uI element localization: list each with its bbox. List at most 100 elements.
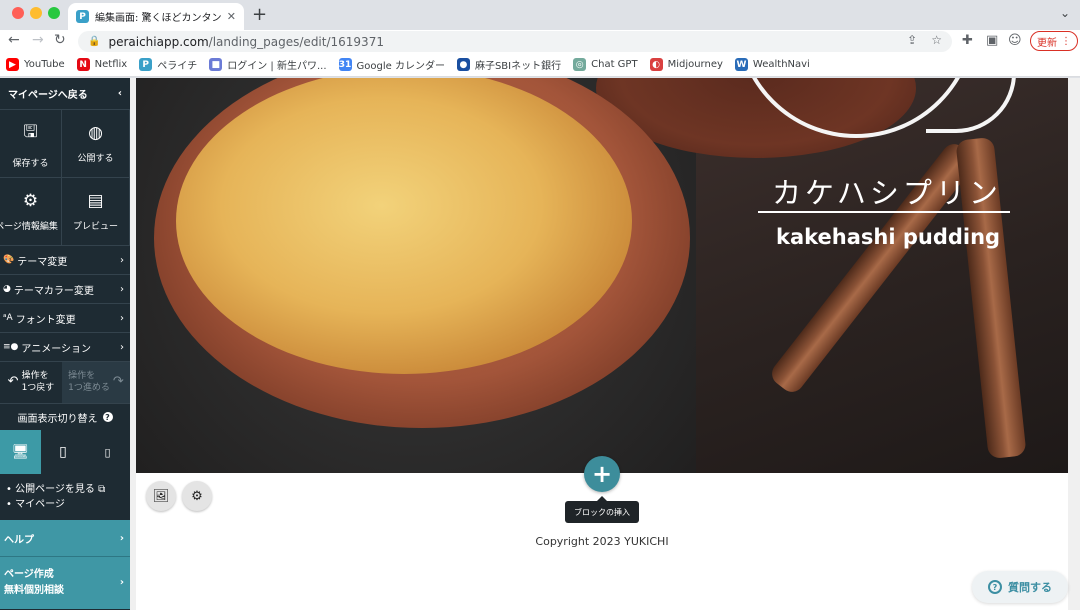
redo-button[interactable]: 操作を 1つ進める ↷ xyxy=(62,362,130,403)
bookmark-star-icon[interactable]: ☆ xyxy=(931,33,942,47)
chevron-left-icon: ‹ xyxy=(117,88,122,99)
url-text: peraichiapp.com/landing_pages/edit/16193… xyxy=(108,35,384,49)
save-disk-icon: 🖫 xyxy=(23,121,38,142)
bookmark-label: ペライチ xyxy=(157,61,198,72)
sidebar-menu-label-wrap: 🎨 テーマ変更 xyxy=(3,253,67,268)
image-edit-button[interactable]: 🖼 xyxy=(146,481,176,511)
desktop-monitor-icon: 🖥 xyxy=(11,444,30,460)
back-arrow-icon[interactable]: ← xyxy=(8,32,20,48)
address-bar[interactable]: 🔒 peraichiapp.com/landing_pages/edit/161… xyxy=(78,31,952,52)
hero-divider xyxy=(758,211,1010,213)
mypage-link[interactable]: • マイページ xyxy=(6,497,130,512)
bookmark-item[interactable]: ● 麻子SBIネット銀行 xyxy=(456,57,562,72)
sidebar-menu-label: フォント変更 xyxy=(15,314,76,326)
url-host: peraichiapp.com xyxy=(108,34,209,49)
bookmarks-bar: ▶ YouTube N Netflix P ペライチ ■ ログイン | 新生パワ... 31 Go… xyxy=(0,53,1080,77)
save-button[interactable]: 🖫 保存する xyxy=(0,110,62,178)
netflix-icon: N xyxy=(76,58,90,71)
desktop-view-button[interactable]: 🖥 xyxy=(0,430,41,474)
sidebar-menu-item[interactable]: 🎨 テーマ変更 › xyxy=(0,246,130,275)
update-label: 更新 xyxy=(1037,37,1057,49)
close-window-button[interactable] xyxy=(12,7,24,19)
kebab-menu-icon: ⋮ xyxy=(1061,35,1071,47)
chevron-right-icon: › xyxy=(119,577,124,588)
chevron-right-icon: › xyxy=(120,283,124,295)
tab-search-chevron-icon[interactable]: ⌄ xyxy=(1060,6,1070,20)
external-link-icon: ⧉ xyxy=(98,484,106,495)
sidebar-menu-label: アニメーション xyxy=(21,343,92,355)
bookmark-item[interactable]: ◎ Chat GPT xyxy=(573,58,638,71)
hero-title-english: kakehashi pudding xyxy=(776,225,1001,249)
peraichi-icon: P xyxy=(139,58,153,71)
bookmark-item[interactable]: ◐ Midjourney xyxy=(649,58,723,71)
page-info-label: ページ情報編集 xyxy=(0,222,58,232)
color-palette-icon: ◕ xyxy=(3,284,11,294)
help-button[interactable]: ヘルプ › xyxy=(0,520,130,557)
bookmark-item[interactable]: N Netflix xyxy=(76,58,127,71)
bookmark-label: 麻子SBIネット銀行 xyxy=(474,61,562,72)
mobile-view-button[interactable]: ▯ xyxy=(85,430,130,474)
mobile-phone-icon: ▯ xyxy=(104,445,111,459)
undo-label: 操作を 1つ戻す xyxy=(22,371,55,394)
free-consultation-button[interactable]: ページ作成 無料個別相談 › xyxy=(0,557,130,609)
bookmark-item[interactable]: P ペライチ xyxy=(139,57,197,72)
sidebar-menu-item[interactable]: ≡● アニメーション › xyxy=(0,333,130,362)
minimize-window-button[interactable] xyxy=(30,7,42,19)
bookmark-item[interactable]: ■ ログイン | 新生パワ... xyxy=(209,57,327,72)
url-path: /landing_pages/edit/1619371 xyxy=(208,34,384,49)
landing-page-preview: カケハシプリン kakehashi pudding 🖼 ⚙ + ブロックの挿入 … xyxy=(136,78,1068,610)
forward-arrow-icon[interactable]: → xyxy=(32,32,44,48)
gear-icon: ⚙ xyxy=(22,191,39,211)
editor-canvas: カケハシプリン kakehashi pudding 🖼 ⚙ + ブロックの挿入 … xyxy=(130,78,1080,610)
bookmark-item[interactable]: ▶ YouTube xyxy=(6,58,65,71)
maximize-window-button[interactable] xyxy=(48,7,60,19)
tab-title: 編集画面: 驚くほどカンタン！無料 xyxy=(95,13,221,24)
ask-question-label: 質問する xyxy=(1008,581,1052,594)
browser-tabstrip: P 編集画面: 驚くほどカンタン！無料 ✕ + ⌄ xyxy=(0,0,1080,30)
midjourney-icon: ◐ xyxy=(649,58,663,71)
bookmark-item[interactable]: W WealthNavi xyxy=(734,58,810,71)
browser-tab-active[interactable]: P 編集画面: 驚くほどカンタン！無料 ✕ xyxy=(68,3,244,30)
view-switch-heading: 画面表示切り替え ? xyxy=(0,404,130,430)
share-icon[interactable]: ⇪ xyxy=(907,33,917,47)
publish-button[interactable]: ◍ 公開する xyxy=(62,110,130,178)
back-to-mypage-button[interactable]: マイページへ戻る ‹ xyxy=(0,78,130,110)
sidebar-menu-item[interactable]: ᵃA フォント変更 › xyxy=(0,304,130,333)
page-info-edit-button[interactable]: ⚙ ページ情報編集 xyxy=(0,178,62,246)
block-settings-button[interactable]: ⚙ xyxy=(182,481,212,511)
undo-button[interactable]: ↶ 操作を 1つ戻す xyxy=(0,362,62,403)
extensions-puzzle-icon[interactable]: ✚ xyxy=(962,33,973,48)
new-tab-button[interactable]: + xyxy=(252,4,267,25)
tablet-icon: ▯ xyxy=(59,444,67,460)
consult-label-line1: ページ作成 xyxy=(4,569,54,580)
youtube-icon: ▶ xyxy=(6,58,19,71)
consult-label: ページ作成 無料個別相談 xyxy=(4,567,64,599)
sidebar-menu-item[interactable]: ◕ テーマカラー変更 › xyxy=(0,275,130,304)
view-public-page-link[interactable]: • 公開ページを見る ⧉ xyxy=(6,482,130,497)
update-button[interactable]: 更新 ⋮ xyxy=(1030,31,1078,51)
sidebar-menu-label: テーマ変更 xyxy=(17,256,68,268)
creme-brulee-image xyxy=(176,78,632,374)
publish-label: 公開する xyxy=(77,154,114,164)
bookmark-label: ログイン | 新生パワ... xyxy=(227,61,327,72)
redo-label-line2: 1つ進める xyxy=(68,382,110,393)
sidebar-links: • 公開ページを見る ⧉ • マイページ xyxy=(0,474,130,520)
insert-block-button[interactable]: + xyxy=(584,456,620,492)
bank-icon: ● xyxy=(456,58,470,71)
profile-avatar-icon[interactable]: ☺ xyxy=(1008,33,1022,48)
view-switch-label: 画面表示切り替え xyxy=(17,413,98,425)
chatgpt-icon: ◎ xyxy=(573,58,587,71)
question-icon: ? xyxy=(988,580,1002,594)
preview-button[interactable]: ▤ プレビュー xyxy=(62,178,130,246)
side-panel-icon[interactable]: ▣ xyxy=(986,33,998,48)
ask-question-button[interactable]: ? 質問する xyxy=(972,571,1068,603)
tab-close-icon[interactable]: ✕ xyxy=(227,10,236,23)
undo-label-line2: 1つ戻す xyxy=(21,382,55,393)
preview-document-icon: ▤ xyxy=(87,191,104,211)
insert-block-tooltip: ブロックの挿入 xyxy=(565,496,639,523)
bookmark-item[interactable]: 31 Google カレンダー xyxy=(338,57,445,72)
hero-block[interactable]: カケハシプリン kakehashi pudding xyxy=(136,78,1068,473)
tablet-view-button[interactable]: ▯ xyxy=(41,430,85,474)
reload-icon[interactable]: ↻ xyxy=(54,32,66,48)
help-question-icon[interactable]: ? xyxy=(102,412,113,422)
